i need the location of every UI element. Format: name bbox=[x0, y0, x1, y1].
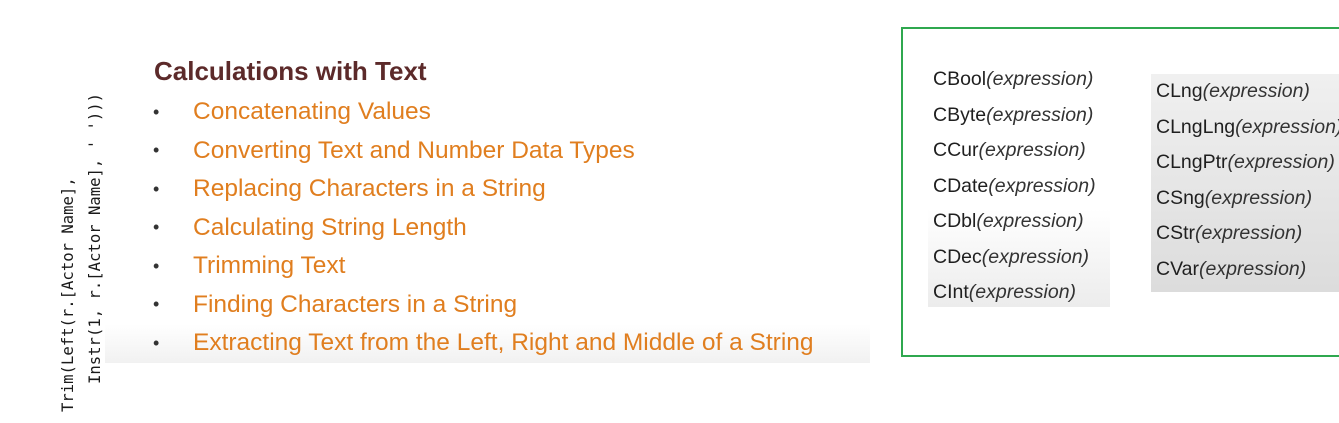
bullet-text: Finding Characters in a String bbox=[193, 290, 518, 318]
bullet-icon: • bbox=[153, 101, 160, 122]
function-name: CBool bbox=[933, 68, 987, 91]
bullet-item: • Trimming Text bbox=[105, 247, 870, 286]
bullet-text: Trimming Text bbox=[193, 252, 346, 280]
bullet-text: Converting Text and Number Data Types bbox=[193, 136, 635, 164]
slide-title: Calculations with Text bbox=[154, 56, 427, 86]
function-name: CDate bbox=[933, 174, 989, 197]
bullet-item: • Finding Characters in a String bbox=[105, 286, 870, 325]
vertical-code-snippet: Trim(Left(r.[Actor Name], Instr(1, r.[Ac… bbox=[55, 0, 109, 412]
function-name: CByte bbox=[933, 103, 987, 126]
bullet-item: • Concatenating Values bbox=[105, 93, 870, 132]
function-arg: (expression) bbox=[1198, 257, 1307, 280]
function-entry: CInt (expression) bbox=[928, 275, 1110, 307]
bullet-text: Replacing Characters in a String bbox=[193, 175, 546, 203]
bullet-icon: • bbox=[153, 140, 160, 161]
bullet-icon: • bbox=[153, 178, 160, 199]
function-name: CInt bbox=[933, 281, 969, 304]
function-entry: CLngPtr (expression) bbox=[1151, 145, 1339, 181]
function-arg: (expression) bbox=[981, 245, 1090, 268]
function-arg: (expression) bbox=[1195, 222, 1303, 245]
function-name: CDbl bbox=[933, 210, 977, 233]
function-arg: (expression) bbox=[986, 103, 1094, 126]
function-arg: (expression) bbox=[1204, 186, 1313, 209]
function-arg: (expression) bbox=[988, 174, 1096, 197]
functions-column-left: CBool (expression) CByte (expression) CCur… bbox=[928, 62, 1110, 307]
bullet-icon: • bbox=[153, 255, 160, 276]
bullet-text: Calculating String Length bbox=[193, 213, 467, 241]
function-arg: (expression) bbox=[1227, 151, 1335, 174]
bullet-text: Concatenating Values bbox=[193, 98, 431, 126]
bullet-icon: • bbox=[153, 294, 160, 315]
function-name: CCur bbox=[933, 139, 979, 162]
code-rotated-container: Trim(Left(r.[Actor Name], Instr(1, r.[Ac… bbox=[55, 0, 109, 412]
function-name: CLngPtr bbox=[1156, 151, 1228, 174]
bullet-list: • Concatenating Values • Converting Text… bbox=[105, 93, 870, 363]
function-entry: CStr (expression) bbox=[1151, 216, 1339, 252]
function-entry: CDbl (expression) bbox=[928, 204, 1110, 240]
function-entry: CDec (expression) bbox=[928, 240, 1110, 276]
bullet-item: • Converting Text and Number Data Types bbox=[105, 132, 870, 171]
function-arg: (expression) bbox=[978, 139, 1086, 162]
function-name: CDec bbox=[933, 245, 982, 268]
function-arg: (expression) bbox=[976, 210, 1084, 233]
function-name: CLng bbox=[1156, 80, 1203, 103]
function-arg: (expression) bbox=[1235, 115, 1339, 138]
function-entry: CLng (expression) bbox=[1151, 74, 1339, 110]
function-entry: CLngLng (expression) bbox=[1151, 110, 1339, 146]
function-name: CStr bbox=[1156, 222, 1195, 245]
function-name: CSng bbox=[1156, 186, 1205, 209]
function-entry: CByte (expression) bbox=[928, 98, 1110, 134]
function-name: CLngLng bbox=[1156, 115, 1236, 138]
conversion-functions-box: CBool (expression) CByte (expression) CCur… bbox=[901, 27, 1339, 357]
functions-column-right: CLng (expression) CLngLng (expression) CLn… bbox=[1151, 74, 1339, 292]
function-arg: (expression) bbox=[968, 281, 1077, 304]
function-entry: CBool (expression) bbox=[928, 62, 1110, 98]
function-arg: (expression) bbox=[986, 68, 1094, 91]
code-line-1: Trim(Left(r.[Actor Name], bbox=[59, 177, 77, 412]
function-entry: CSng (expression) bbox=[1151, 181, 1339, 217]
bullet-icon: • bbox=[153, 332, 160, 353]
bullet-item: • Extracting Text from the Left, Right a… bbox=[105, 324, 870, 363]
slide-page: Trim(Left(r.[Actor Name], Instr(1, r.[Ac… bbox=[0, 0, 1339, 423]
bullet-item: • Calculating String Length bbox=[105, 209, 870, 248]
bullet-icon: • bbox=[153, 217, 160, 238]
function-entry: CDate (expression) bbox=[928, 169, 1110, 205]
function-entry: CVar (expression) bbox=[1151, 252, 1339, 288]
function-arg: (expression) bbox=[1202, 80, 1310, 103]
function-entry: CCur (expression) bbox=[928, 133, 1110, 169]
bullet-item: • Replacing Characters in a String bbox=[105, 170, 870, 209]
bullet-text: Extracting Text from the Left, Right and… bbox=[193, 329, 814, 357]
function-name: CVar bbox=[1156, 257, 1199, 280]
